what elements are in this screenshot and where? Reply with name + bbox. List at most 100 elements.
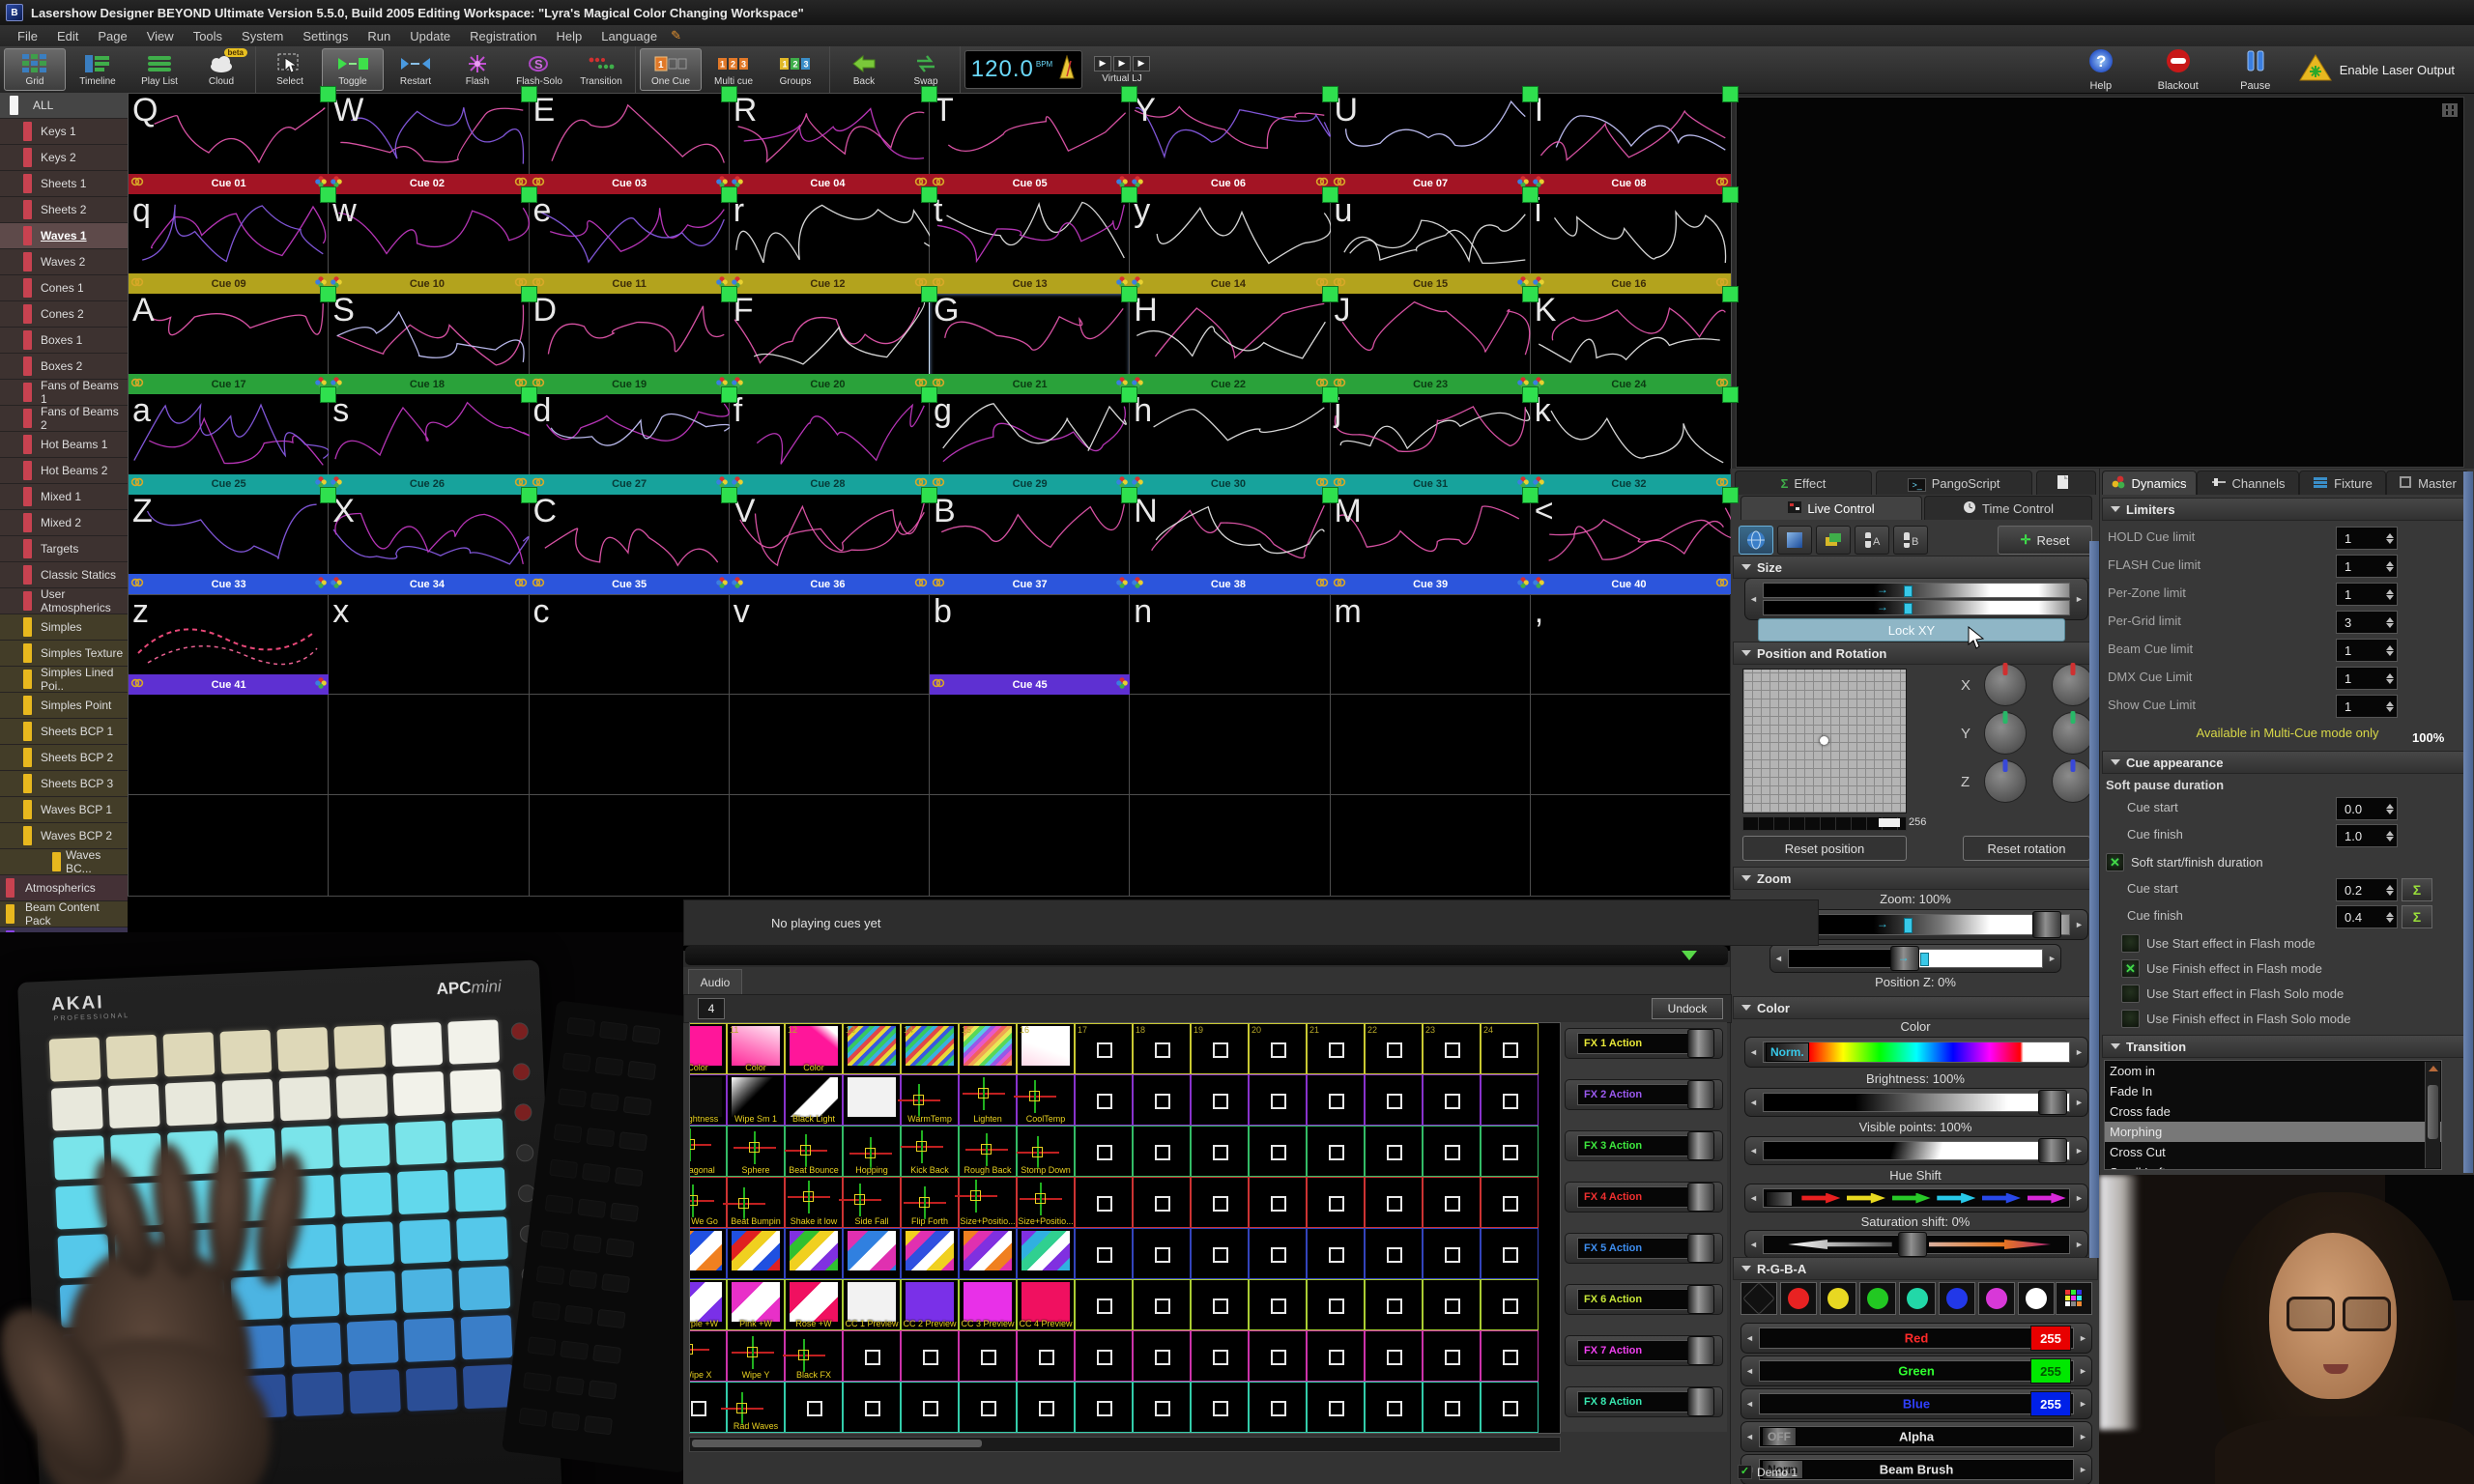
- hue-shift-slider[interactable]: ◄►: [1744, 1184, 2088, 1213]
- fx-cell[interactable]: Stomp Down: [1017, 1126, 1075, 1177]
- fx-cell-checkbox[interactable]: [1503, 1350, 1518, 1365]
- fx-cell-checkbox[interactable]: [1503, 1401, 1518, 1416]
- reset-rotation-button[interactable]: Reset rotation: [1963, 836, 2090, 861]
- groups-button[interactable]: 123Groups: [765, 48, 825, 91]
- empty-cue-cell[interactable]: [929, 794, 1131, 897]
- sidebar-item-hot-beams-2[interactable]: Hot Beams 2: [0, 458, 128, 484]
- position-z-slider[interactable]: ◄►→: [1769, 944, 2061, 973]
- sidebar-item-atmospherics[interactable]: Atmospherics: [0, 875, 128, 901]
- slider-right-arrow[interactable]: ►: [2076, 1324, 2090, 1353]
- fx-cell-checkbox[interactable]: [1445, 1350, 1460, 1365]
- toggle-button[interactable]: Toggle: [322, 48, 384, 91]
- empty-cue-cell[interactable]: [128, 794, 330, 897]
- fx-cell[interactable]: [1191, 1279, 1249, 1330]
- fx-cell[interactable]: Beat Bumpin: [727, 1177, 785, 1228]
- cue-cell-Z[interactable]: ZCue 33: [128, 494, 330, 596]
- fx-action-slider-4[interactable]: FX 4 Action: [1565, 1182, 1723, 1213]
- fx-cell[interactable]: [1249, 1330, 1307, 1382]
- slider-left-arrow[interactable]: ◄: [1746, 1137, 1761, 1164]
- color-swatch-4[interactable]: [1899, 1282, 1936, 1315]
- slider-track[interactable]: Red255: [1759, 1327, 2074, 1349]
- slider-right-arrow[interactable]: ►: [2076, 1455, 2090, 1484]
- fx-cell-checkbox[interactable]: [1271, 1247, 1286, 1263]
- color-swatch-3[interactable]: [1859, 1282, 1896, 1315]
- fx-cell[interactable]: 15: [959, 1023, 1017, 1074]
- fx-cell[interactable]: [1481, 1177, 1539, 1228]
- slider-right-arrow[interactable]: ►: [2076, 1356, 2090, 1385]
- slider-left-arrow[interactable]: ◄: [1746, 579, 1761, 619]
- fx-cell[interactable]: 13: [843, 1023, 901, 1074]
- fx-action-handle[interactable]: [1687, 1285, 1714, 1314]
- fx-cell[interactable]: [1307, 1228, 1365, 1279]
- fx-cell-checkbox[interactable]: [1155, 1401, 1170, 1416]
- fx-cell[interactable]: [959, 1382, 1017, 1433]
- fx-cell[interactable]: 14: [901, 1023, 959, 1074]
- fx-cell-checkbox[interactable]: [1155, 1094, 1170, 1109]
- spin-arrows[interactable]: [2383, 701, 2397, 712]
- cue-cell-B[interactable]: BCue 37: [929, 494, 1131, 596]
- fx-cell[interactable]: CoolTemp: [1017, 1074, 1075, 1126]
- slider-track[interactable]: AlphaOFF: [1759, 1426, 2074, 1447]
- menu-file[interactable]: File: [8, 27, 47, 45]
- flash-mode-checkbox-0[interactable]: [2121, 934, 2140, 953]
- section-cue-appearance[interactable]: Cue appearance: [2102, 751, 2473, 774]
- pause-cue-start-spin[interactable]: 0.0: [2336, 797, 2398, 820]
- rotation-knob-y-b[interactable]: [2052, 712, 2094, 755]
- play-list-button[interactable]: Play List: [129, 48, 189, 91]
- fx-cell-checkbox[interactable]: [1445, 1298, 1460, 1314]
- tab-time-control[interactable]: Time Control: [1924, 496, 2092, 520]
- fx-cell[interactable]: Kick Back: [901, 1126, 959, 1177]
- fx-cell-checkbox[interactable]: [1329, 1247, 1344, 1263]
- fx-cell[interactable]: [1481, 1074, 1539, 1126]
- fx-cell[interactable]: [1075, 1382, 1133, 1433]
- fx-cell[interactable]: Hopping: [843, 1126, 901, 1177]
- fx-action-track[interactable]: FX 7 Action: [1577, 1340, 1691, 1361]
- cue-bar[interactable]: Cue 31: [1331, 474, 1531, 495]
- slider-track[interactable]: →→: [1763, 583, 2070, 615]
- spin-arrows[interactable]: [2383, 533, 2397, 544]
- cue-bar[interactable]: Cue 35: [530, 574, 730, 594]
- fx-cell[interactable]: [1307, 1279, 1365, 1330]
- fx-cell-checkbox[interactable]: [1329, 1298, 1344, 1314]
- sidebar-item-boxes-2[interactable]: Boxes 2: [0, 354, 128, 380]
- cue-bar[interactable]: Cue 38: [1130, 574, 1330, 594]
- fx-cell-checkbox[interactable]: [1271, 1196, 1286, 1212]
- pad-value-handle[interactable]: [1879, 818, 1900, 827]
- section-limiters[interactable]: Limiters: [2102, 498, 2473, 521]
- empty-cue-cell[interactable]: [929, 694, 1131, 796]
- cue-cell-s[interactable]: sCue 26: [328, 393, 530, 496]
- fx-cell[interactable]: [1191, 1126, 1249, 1177]
- fx-cell[interactable]: [1075, 1228, 1133, 1279]
- fx-cell-checkbox[interactable]: [691, 1401, 706, 1416]
- fx-cell[interactable]: 11Color: [727, 1023, 785, 1074]
- flash-mode-checkbox-2[interactable]: [2121, 985, 2140, 1003]
- fx-cell[interactable]: [1191, 1228, 1249, 1279]
- empty-cue-cell[interactable]: [328, 694, 530, 796]
- slider-left-arrow[interactable]: ◄: [1746, 1089, 1761, 1116]
- back-button[interactable]: Back: [834, 48, 894, 91]
- empty-cue-cell[interactable]: [1129, 794, 1331, 897]
- fx-cell[interactable]: [1075, 1330, 1133, 1382]
- sidebar-item-waves-1[interactable]: Waves 1: [0, 223, 128, 249]
- fx-cell-checkbox[interactable]: [1387, 1401, 1402, 1416]
- fx-cell-checkbox[interactable]: [1097, 1145, 1112, 1160]
- lock-xy-button[interactable]: Lock XY: [1758, 618, 2065, 642]
- rotation-knob-z-b[interactable]: [2052, 760, 2094, 803]
- spin-arrows[interactable]: [2383, 831, 2397, 842]
- cue-cell-W[interactable]: WCue 02: [328, 93, 530, 195]
- cue-cell-g[interactable]: gCue 29: [929, 393, 1131, 496]
- fx-cell-checkbox[interactable]: [1445, 1094, 1460, 1109]
- sidebar-item-cones-2[interactable]: Cones 2: [0, 301, 128, 328]
- transition-item-zoom-in[interactable]: Zoom in: [2105, 1061, 2441, 1081]
- fx-cell[interactable]: 22: [1365, 1023, 1423, 1074]
- cue-bar[interactable]: Cue 30: [1130, 474, 1330, 495]
- cue-cell-J[interactable]: JCue 23: [1330, 293, 1532, 395]
- cue-cell-U[interactable]: UCue 07: [1330, 93, 1532, 195]
- saturation-slider[interactable]: ◄►: [1744, 1230, 2088, 1259]
- empty-cue-cell[interactable]: [1330, 694, 1532, 796]
- cue-cell-S[interactable]: SCue 18: [328, 293, 530, 395]
- cue-cell-T[interactable]: TCue 05: [929, 93, 1131, 195]
- transition-item-cross-cut[interactable]: Cross Cut: [2105, 1142, 2441, 1162]
- fx-action-track[interactable]: FX 3 Action: [1577, 1135, 1691, 1156]
- fx-cell-checkbox[interactable]: [1097, 1196, 1112, 1212]
